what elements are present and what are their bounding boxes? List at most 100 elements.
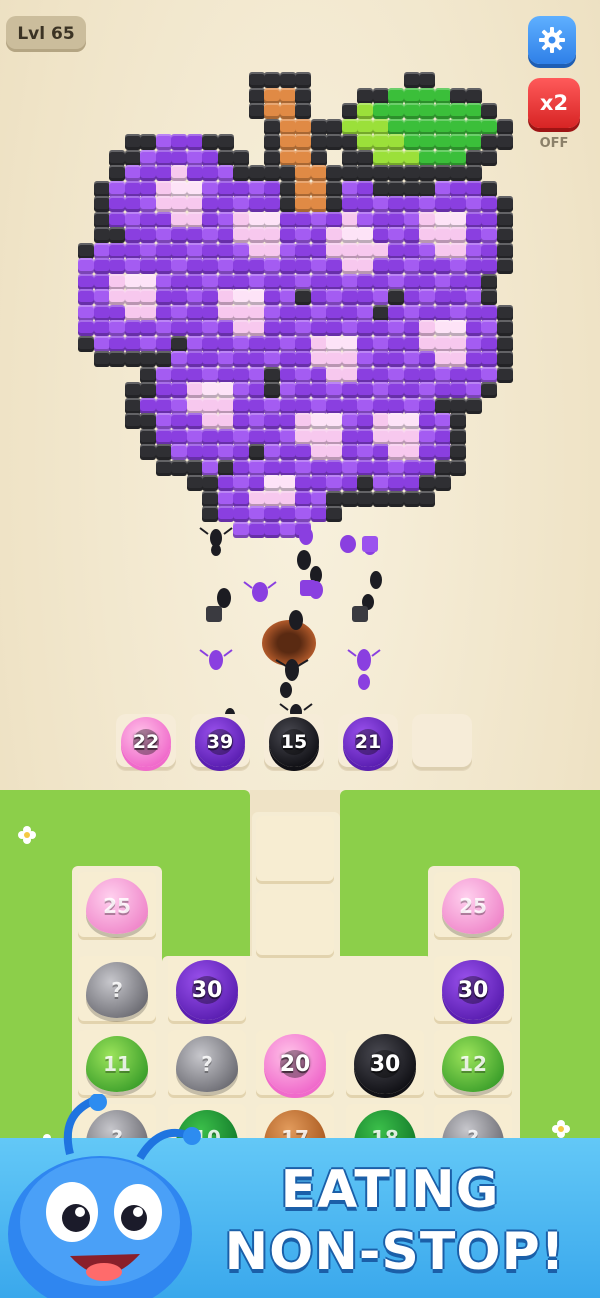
pixel-block [171, 304, 187, 321]
pixel-block [357, 118, 373, 135]
pixel-block [264, 211, 280, 228]
board-cell[interactable]: 30 [168, 956, 246, 1024]
pixel-block [93, 351, 110, 367]
board-cell[interactable]: 11 [78, 1030, 156, 1098]
board-cell[interactable]: 20 [256, 1030, 334, 1098]
pixel-block [109, 196, 125, 212]
pixel-block [450, 149, 466, 166]
pixel-block [481, 180, 497, 197]
pixel-block [326, 165, 342, 181]
pixel-block [357, 87, 373, 104]
pixel-block [341, 335, 358, 352]
piece-label: 30 [191, 977, 223, 1003]
pixel-block [326, 490, 342, 507]
pixel-block [465, 397, 482, 414]
pixel-block [155, 289, 172, 305]
pixel-block [140, 211, 156, 228]
gear-icon [539, 27, 565, 53]
holding-slot[interactable]: 15 [264, 714, 324, 770]
pixel-block [295, 289, 311, 305]
pixel-block [434, 242, 451, 259]
pixel-block [186, 459, 203, 476]
pixel-block [171, 242, 187, 259]
blue-ant-mascot [8, 1094, 201, 1298]
pixel-block [217, 397, 234, 414]
pixel-block [279, 351, 296, 367]
pixel-block [295, 397, 311, 414]
pixel-block [496, 134, 513, 150]
pixel-block [434, 165, 451, 181]
pixel-block [481, 211, 497, 228]
pixel-block [434, 87, 451, 104]
holding-slot[interactable]: 22 [116, 714, 176, 770]
board-cell[interactable]: 12 [434, 1030, 512, 1098]
pixel-block [124, 242, 141, 259]
pixel-block [357, 320, 373, 336]
settings-button[interactable] [528, 16, 576, 64]
pixel-block [496, 304, 513, 321]
pixel-block [202, 211, 218, 228]
pixel-block [434, 211, 451, 228]
holding-slot[interactable]: 21 [338, 714, 398, 770]
pixel-block [78, 273, 94, 290]
holding-slot[interactable]: 39 [190, 714, 250, 770]
pixel-block [140, 351, 156, 367]
pixel-block [372, 335, 389, 352]
pixel-block [481, 335, 497, 352]
pixel-block [434, 351, 451, 367]
pixel-block [124, 180, 141, 197]
pixel-block [357, 165, 373, 181]
pixel-block [341, 196, 358, 212]
pixel-block [124, 211, 141, 228]
pixel-block [450, 134, 466, 150]
pixel-block [186, 273, 203, 290]
pixel-block [264, 118, 280, 135]
pixel-block [233, 351, 249, 367]
piece-label: 30 [457, 977, 489, 1003]
empty-cell[interactable] [256, 890, 334, 958]
pixel-block [372, 87, 389, 104]
pixel-block [372, 475, 389, 491]
pixel-block [450, 444, 466, 460]
pixel-block [450, 351, 466, 367]
board-cell[interactable]: ? [168, 1030, 246, 1098]
pixel-block [202, 196, 218, 212]
board-cell[interactable]: 25 [78, 872, 156, 940]
pixel-block [434, 428, 451, 445]
pixel-block [171, 134, 187, 150]
pixel-block [78, 242, 94, 259]
pixel-block [326, 273, 342, 290]
pixel-block [450, 118, 466, 135]
empty-cell[interactable] [256, 816, 334, 884]
pixel-block [388, 459, 404, 476]
pixel-block [481, 289, 497, 305]
pixel-block [202, 351, 218, 367]
pixel-block [264, 320, 280, 336]
pixel-block [372, 227, 389, 243]
pixel-block [341, 320, 358, 336]
pixel-block [217, 165, 234, 181]
pixel-block [450, 335, 466, 352]
pixel-block [217, 444, 234, 460]
pixel-block [403, 258, 420, 274]
pixel-block [124, 304, 141, 321]
pixel-block [124, 134, 141, 150]
pixel-block [388, 413, 404, 429]
pixel-block [388, 258, 404, 274]
multiplier-button[interactable]: x2 [528, 78, 580, 128]
pixel-block [155, 134, 172, 150]
pixel-block [326, 320, 342, 336]
pixel-block [357, 475, 373, 491]
board-cell[interactable]: 30 [434, 956, 512, 1024]
pixel-block [248, 180, 265, 197]
pixel-block [326, 227, 342, 243]
pixel-block [326, 382, 342, 398]
pixel-block [217, 428, 234, 445]
board-cell[interactable]: 30 [346, 1030, 424, 1098]
pixel-block [357, 180, 373, 197]
holding-slot[interactable] [412, 714, 472, 770]
board-cell[interactable]: 25 [434, 872, 512, 940]
pink-ant-ring: 22 [121, 717, 171, 767]
pixel-block [248, 165, 265, 181]
board-cell[interactable]: ? [78, 956, 156, 1024]
